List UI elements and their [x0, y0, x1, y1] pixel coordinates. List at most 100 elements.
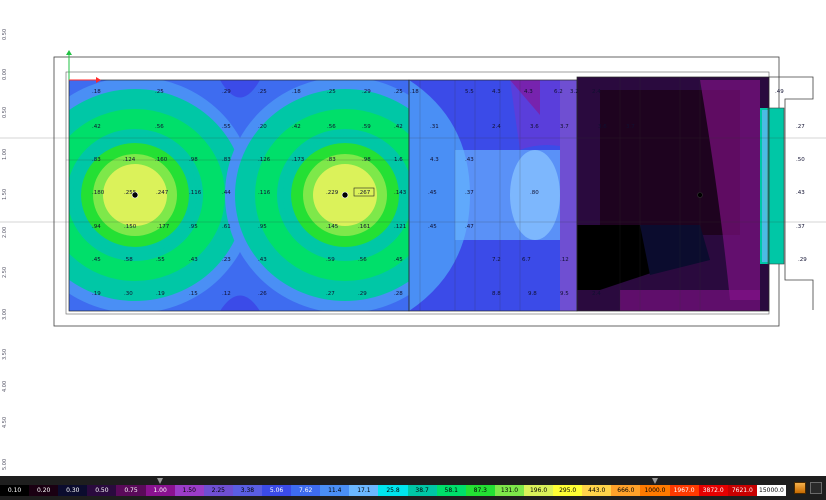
- calc-point-value: .15: [189, 291, 198, 297]
- calc-point-value: 6.2: [554, 89, 563, 95]
- legend-swatch: 131.0: [494, 485, 524, 496]
- legend-range-marker[interactable]: [652, 478, 658, 484]
- calc-point-value: .43: [189, 257, 198, 263]
- legend-swatch: 1000.0: [640, 485, 670, 496]
- calc-point-value: .19: [156, 291, 165, 297]
- ruler-tick-label: 4.00: [2, 380, 8, 392]
- legend-swatch: 0.50: [87, 485, 117, 496]
- calc-point-value: .23: [222, 257, 231, 263]
- palette-button[interactable]: [794, 482, 806, 494]
- calc-point-value: .173: [292, 157, 305, 163]
- calc-point-value: 4.3: [524, 89, 533, 95]
- calc-point-value: .143: [394, 190, 407, 196]
- calc-point-value: .42: [292, 124, 301, 130]
- ruler-tick-label: 4.50: [2, 416, 8, 428]
- ruler-tick-label: 0.00: [2, 68, 8, 80]
- legend-swatch: 2.25: [203, 485, 233, 496]
- calc-point-value: .29: [222, 89, 231, 95]
- axis-y-arrow: [66, 50, 72, 55]
- legend-swatch: 17.1: [349, 485, 379, 496]
- calc-point-value: .83: [327, 157, 336, 163]
- calc-point-value: .58: [124, 257, 133, 263]
- legend-swatch: 3.38: [232, 485, 262, 496]
- calc-point-value: .18: [92, 89, 101, 95]
- calc-point-value: .49: [775, 89, 784, 95]
- calc-point-value: .43: [258, 257, 267, 263]
- calc-point-value: .121: [394, 224, 406, 230]
- calc-point-value: .56: [327, 124, 336, 130]
- calc-point-value: .43: [796, 190, 805, 196]
- calc-point-value: .55: [156, 257, 165, 263]
- calc-point-value: .59: [326, 257, 335, 263]
- legend-swatch: 196.0: [524, 485, 554, 496]
- calc-point-value: 3.6: [530, 124, 539, 130]
- calc-point-value: 5.5: [465, 89, 474, 95]
- legend-swatch: 7.62: [291, 485, 321, 496]
- calc-point-value: 2.4: [592, 89, 601, 95]
- calc-point-value: .116: [189, 190, 202, 196]
- drawing-canvas[interactable]: .18 .25 .29 .25 .18 .25 .29 .25 .18 5.5 4.3 4.3 6.2 3…: [0, 0, 826, 500]
- calc-point-value: .145: [326, 224, 339, 230]
- window-bay: [767, 107, 785, 265]
- ruler-tick-label: 0.50: [2, 28, 8, 40]
- calc-point-value: .12: [560, 257, 569, 263]
- calc-point-value: .44: [222, 190, 231, 196]
- luminaire-2: [341, 191, 349, 199]
- calc-point-value: .80: [530, 190, 539, 196]
- settings-button[interactable]: [810, 482, 822, 494]
- calc-point-value: 3.2: [570, 89, 579, 95]
- calc-point-value: .25: [258, 89, 267, 95]
- color-scale-legend[interactable]: 0.10 0.20 0.30 0.50 0.75 1.00 1.50 2.25 3.38 5.06…: [0, 476, 826, 500]
- calc-point-value: .83: [92, 157, 101, 163]
- calc-point-value: .19: [92, 291, 101, 297]
- calc-point-value: .26: [258, 291, 267, 297]
- calc-point-value: 3.7: [626, 124, 635, 130]
- calc-point-value: .126: [258, 157, 271, 163]
- calc-point-value: .29: [798, 257, 807, 263]
- calc-point-value: .27: [326, 291, 335, 297]
- calc-point-value: 6.7: [522, 257, 531, 263]
- calc-point-value: .25: [155, 89, 164, 95]
- calc-point-value: .161: [358, 224, 370, 230]
- legend-swatch: 1.50: [174, 485, 204, 496]
- legend-swatch: 443.0: [582, 485, 612, 496]
- ruler-tick-label: 2.50: [2, 266, 8, 278]
- calc-point-value: .43: [465, 157, 474, 163]
- ruler-tick-label: 5.00: [2, 458, 8, 470]
- calc-point-value: .160: [155, 157, 168, 163]
- ruler-tick-label: 2.00: [2, 226, 8, 238]
- calc-point-value: 9.8: [528, 291, 537, 297]
- calc-point-value: .18: [292, 89, 301, 95]
- legend-swatch: 1.00: [145, 485, 175, 496]
- calc-point-value: .177: [157, 224, 170, 230]
- ruler-tick-label: 1.00: [2, 148, 8, 160]
- legend-swatch: 7621.0: [727, 485, 757, 496]
- calc-point-value: 2.4: [592, 291, 601, 297]
- calc-point-value: .45: [428, 224, 437, 230]
- calc-point-value: .98: [189, 157, 198, 163]
- calc-point-value: .45: [428, 190, 437, 196]
- calc-point-value: .94: [92, 224, 101, 230]
- legend-swatch: 58.1: [436, 485, 466, 496]
- calc-point-value: .18: [410, 89, 419, 95]
- legend-swatch: 666.0: [611, 485, 641, 496]
- calc-point-value: 3.6: [598, 124, 607, 130]
- legend-swatch: 1967.0: [669, 485, 699, 496]
- calc-point-value: 4.3: [430, 157, 439, 163]
- legend-swatch: 25.8: [378, 485, 408, 496]
- legend-swatch: 87.3: [465, 485, 495, 496]
- calc-point-value: .12: [222, 291, 231, 297]
- calc-point-value: .61: [222, 224, 231, 230]
- legend-range-marker[interactable]: [157, 478, 163, 484]
- legend-swatch: 0.75: [116, 485, 146, 496]
- legend-swatch: 3872.0: [698, 485, 728, 496]
- calc-point-value: .30: [124, 291, 133, 297]
- calc-point-value: 1.6: [394, 157, 403, 163]
- legend-swatch: 5.06: [262, 485, 292, 496]
- calc-point-value: .55: [222, 124, 231, 130]
- calc-point-value: .59: [362, 124, 371, 130]
- ruler-tick-label: 1.50: [2, 188, 8, 200]
- legend-swatch: 38.7: [407, 485, 437, 496]
- calc-point-value: .83: [222, 157, 231, 163]
- legend-swatch: 15000.0: [756, 485, 786, 496]
